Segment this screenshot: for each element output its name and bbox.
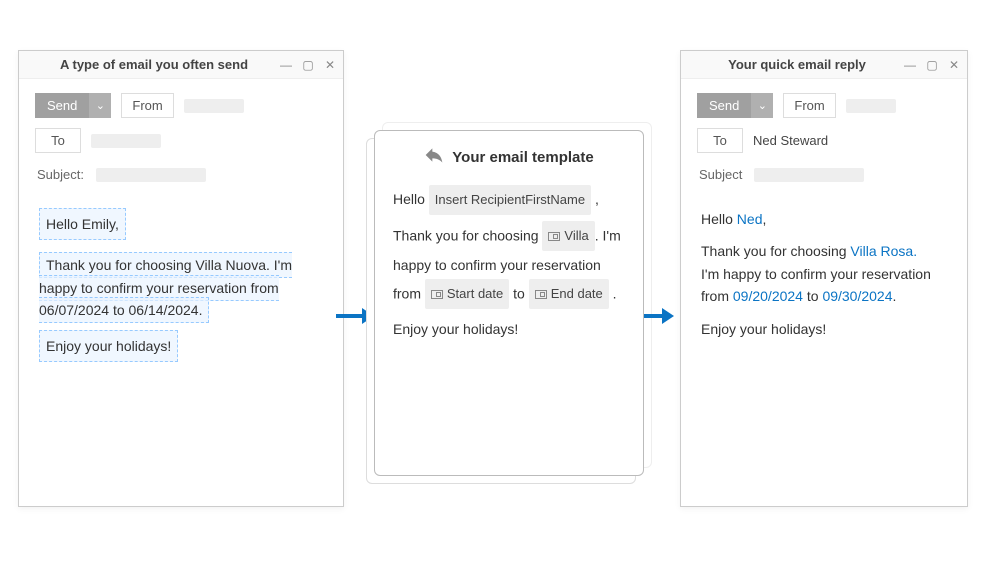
maximize-icon[interactable]: ▢ bbox=[301, 58, 315, 72]
to-button[interactable]: To bbox=[35, 128, 81, 153]
send-button[interactable]: Send bbox=[35, 93, 89, 118]
merged-recipient-name: Ned bbox=[737, 211, 763, 227]
send-split-button[interactable]: Send ⌄ bbox=[35, 93, 111, 118]
selected-text-line1: Hello Emily, bbox=[39, 208, 126, 240]
titlebar: A type of email you often send — ▢ ✕ bbox=[19, 51, 343, 79]
minimize-icon[interactable]: — bbox=[903, 58, 917, 72]
subject-value-placeholder bbox=[754, 168, 864, 182]
maximize-icon[interactable]: ▢ bbox=[925, 58, 939, 72]
selected-text-line3: Enjoy your holidays! bbox=[39, 330, 178, 362]
send-dropdown-icon[interactable]: ⌄ bbox=[751, 93, 773, 118]
template-card: Your email template Hello Insert Recipie… bbox=[374, 130, 644, 476]
template-text: Enjoy your holidays! bbox=[393, 315, 625, 343]
minimize-icon[interactable]: — bbox=[279, 58, 293, 72]
window-title: Your quick email reply bbox=[691, 57, 903, 72]
template-card-stack: Your email template Hello Insert Recipie… bbox=[374, 130, 644, 476]
merged-start-date: 09/20/2024 bbox=[733, 288, 803, 304]
window-controls: — ▢ ✕ bbox=[279, 58, 337, 72]
subject-value-placeholder bbox=[96, 168, 206, 182]
placeholder-recipient-name[interactable]: Insert RecipientFirstName bbox=[429, 185, 591, 215]
template-body: Hello Insert RecipientFirstName , Thank … bbox=[375, 185, 643, 343]
email-body[interactable]: Hello Ned, Thank you for choosing Villa … bbox=[697, 202, 951, 346]
subject-label: Subject: bbox=[35, 163, 86, 186]
body-text: Enjoy your holidays! bbox=[701, 318, 947, 340]
email-body[interactable]: Hello Emily, Thank you for choosing Vill… bbox=[35, 202, 327, 374]
template-text: Thank you for choosing bbox=[393, 228, 539, 244]
window-controls: — ▢ ✕ bbox=[903, 58, 961, 72]
body-text: Hello bbox=[701, 211, 737, 227]
template-text: , bbox=[595, 191, 599, 207]
body-text: , bbox=[762, 211, 766, 227]
from-value-placeholder bbox=[184, 99, 244, 113]
from-button[interactable]: From bbox=[121, 93, 173, 118]
reply-icon bbox=[424, 145, 444, 169]
body-text: to bbox=[803, 288, 822, 304]
subject-label: Subject bbox=[697, 163, 744, 186]
from-button[interactable]: From bbox=[783, 93, 835, 118]
send-dropdown-icon[interactable]: ⌄ bbox=[89, 93, 111, 118]
body-text: Thank you for choosing bbox=[701, 243, 850, 259]
body-text: I'm happy to confirm your reservation bbox=[701, 263, 947, 285]
template-text: to bbox=[513, 286, 525, 302]
send-button[interactable]: Send bbox=[697, 93, 751, 118]
reply-email-window: Your quick email reply — ▢ ✕ Send ⌄ From… bbox=[680, 50, 968, 507]
window-title: A type of email you often send bbox=[29, 57, 279, 72]
template-title: Your email template bbox=[452, 149, 593, 166]
placeholder-start-date[interactable]: Start date bbox=[425, 279, 509, 309]
merged-end-date: 09/30/2024 bbox=[822, 288, 892, 304]
source-email-window: A type of email you often send — ▢ ✕ Sen… bbox=[18, 50, 344, 507]
template-text: from bbox=[393, 286, 421, 302]
titlebar: Your quick email reply — ▢ ✕ bbox=[681, 51, 967, 79]
selected-text-line2: Thank you for choosing Villa Nuova. I'm … bbox=[39, 252, 292, 323]
merged-villa: Villa Rosa. bbox=[850, 243, 917, 259]
template-text: Hello bbox=[393, 191, 425, 207]
placeholder-villa[interactable]: Villa bbox=[542, 221, 594, 251]
close-icon[interactable]: ✕ bbox=[947, 58, 961, 72]
template-text: . bbox=[613, 286, 617, 302]
from-value-placeholder bbox=[846, 99, 896, 113]
to-value-placeholder bbox=[91, 134, 161, 148]
body-text: . bbox=[893, 288, 897, 304]
to-value: Ned Steward bbox=[753, 133, 828, 148]
placeholder-end-date[interactable]: End date bbox=[529, 279, 609, 309]
send-split-button[interactable]: Send ⌄ bbox=[697, 93, 773, 118]
to-button[interactable]: To bbox=[697, 128, 743, 153]
close-icon[interactable]: ✕ bbox=[323, 58, 337, 72]
body-text: from bbox=[701, 288, 733, 304]
